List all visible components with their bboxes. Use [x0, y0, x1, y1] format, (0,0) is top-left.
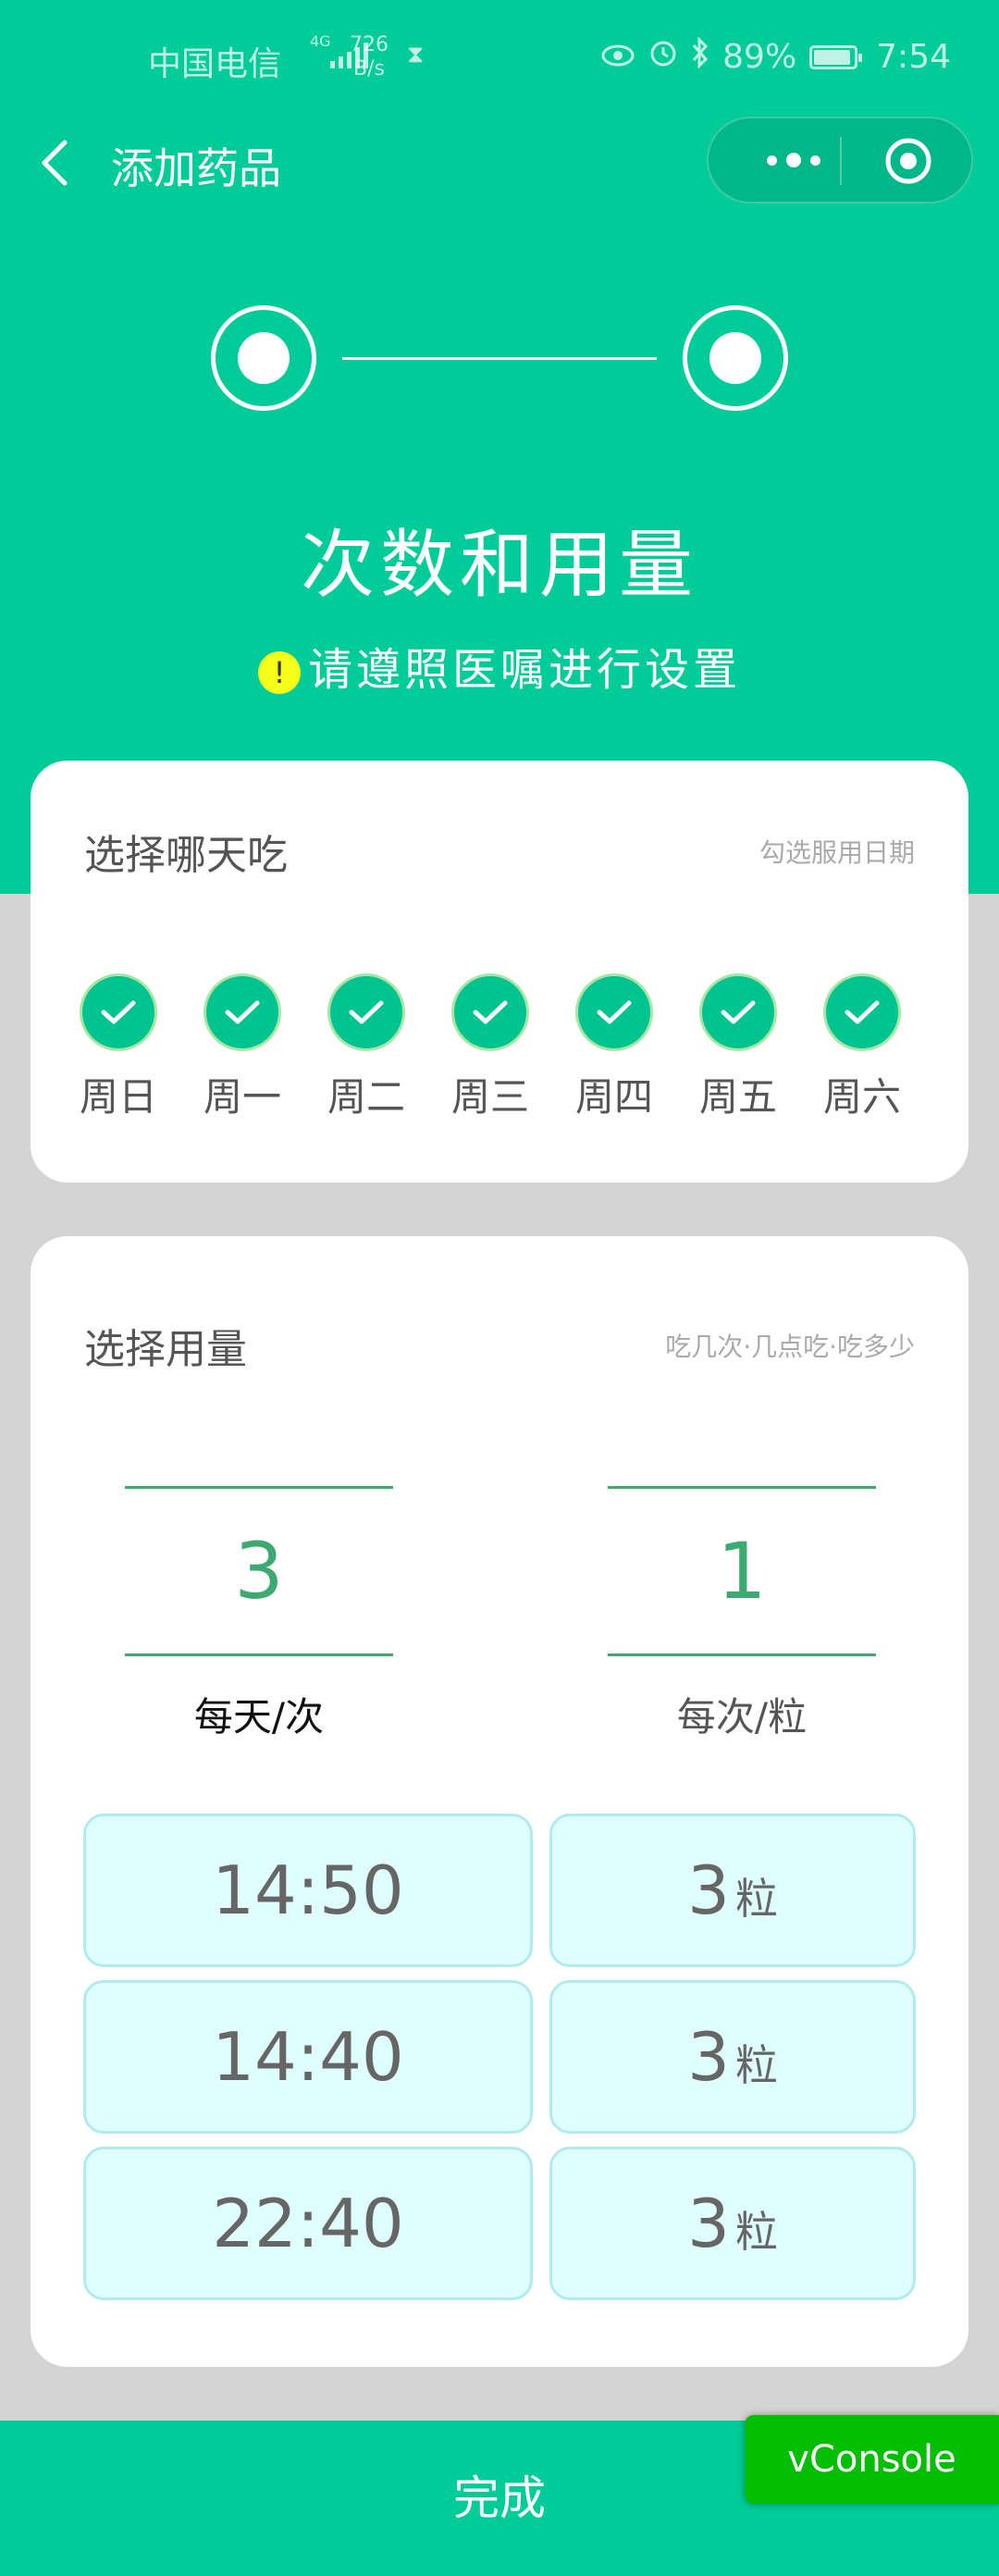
step-2-dot: [683, 305, 788, 411]
warning-icon: !: [257, 651, 301, 694]
day-friday[interactable]: 周五: [687, 973, 789, 1122]
qty-value: 3: [687, 2185, 730, 2262]
bluetooth-icon: [691, 36, 709, 77]
nav-bar: 添加药品: [0, 115, 999, 211]
dosage-card: 选择用量 吃几次·几点吃·吃多少 3 每天/次 1 每次/粒 14:50 3粒 …: [31, 1236, 968, 2367]
status-icons: 89% 7:54: [600, 36, 951, 77]
speed-value: 726: [350, 33, 388, 56]
step-1-dot: [211, 305, 316, 411]
page-title: 添加药品: [111, 143, 281, 193]
chevron-left-icon: [42, 140, 68, 186]
more-button[interactable]: [747, 118, 840, 202]
schedule-qty-1[interactable]: 3粒: [549, 1814, 916, 1967]
qty-unit: 粒: [734, 2207, 778, 2257]
step-indicator: [0, 305, 999, 411]
pills-per-time-picker[interactable]: 1: [608, 1486, 876, 1656]
status-bar: 中国电信 4G 726 B/s ⧗ 89% 7:54: [0, 0, 999, 115]
pills-per-time-label: 每次/粒: [676, 1694, 808, 1740]
day-label: 周六: [822, 1074, 901, 1120]
schedule-qty-2[interactable]: 3粒: [549, 1980, 916, 2134]
network-speed: 726 B/s: [350, 33, 388, 81]
hourglass-icon: ⧗: [407, 41, 425, 68]
section-subtitle: ! 请遵照医嘱进行设置: [0, 633, 999, 698]
alarm-icon: [648, 38, 678, 76]
close-program-button[interactable]: [884, 137, 932, 185]
pills-per-time-value: 1: [717, 1526, 767, 1616]
day-label: 周二: [327, 1074, 405, 1120]
qty-value: 3: [687, 1852, 730, 1929]
clock-time: 7:54: [876, 38, 951, 76]
day-monday[interactable]: 周一: [191, 973, 293, 1122]
day-label: 周日: [79, 1074, 157, 1120]
day-thursday[interactable]: 周四: [563, 973, 665, 1122]
check-icon: [204, 973, 281, 1051]
picker-bottom-line: [608, 1653, 876, 1656]
day-label: 周四: [574, 1074, 653, 1120]
target-icon: [885, 138, 931, 184]
more-dot-center: [786, 153, 801, 167]
battery-percent: 89%: [722, 38, 797, 76]
subtitle-text: 请遵照医嘱进行设置: [307, 644, 741, 696]
capsule-divider: [840, 137, 842, 185]
dosage-card-hint: 吃几次·几点吃·吃多少: [665, 1331, 915, 1362]
check-icon: [699, 973, 777, 1051]
check-icon: [823, 973, 901, 1051]
times-per-day-picker[interactable]: 3: [125, 1486, 393, 1656]
vconsole-button[interactable]: vConsole: [745, 2415, 999, 2504]
day-saturday[interactable]: 周六: [811, 973, 913, 1122]
check-icon: [451, 973, 529, 1051]
day-label: 周五: [698, 1074, 777, 1120]
day-label: 周一: [203, 1074, 281, 1120]
qty-value: 3: [687, 2018, 730, 2096]
check-icon: [575, 973, 653, 1051]
day-tuesday[interactable]: 周二: [315, 973, 417, 1122]
back-button[interactable]: [37, 139, 74, 187]
days-card-title: 选择哪天吃: [84, 832, 288, 879]
dosage-card-title: 选择用量: [84, 1326, 247, 1373]
qty-unit: 粒: [734, 2040, 778, 2090]
day-sunday[interactable]: 周日: [68, 973, 169, 1122]
day-wednesday[interactable]: 周三: [439, 973, 541, 1122]
day-label: 周三: [450, 1074, 529, 1120]
mini-program-capsule: [707, 117, 973, 204]
more-dot-right: [810, 155, 820, 166]
step-connector: [342, 357, 657, 360]
schedule-time-2[interactable]: 14:40: [83, 1980, 533, 2134]
times-per-day-value: 3: [234, 1526, 284, 1616]
check-icon: [327, 973, 405, 1051]
carrier-label: 中国电信: [148, 45, 282, 83]
section-title: 次数和用量: [301, 522, 698, 608]
speed-unit: B/s: [353, 57, 385, 80]
qty-unit: 粒: [734, 1874, 778, 1924]
times-per-day-label: 每天/次: [193, 1694, 325, 1740]
days-card-hint: 勾选服用日期: [758, 837, 915, 868]
eye-icon: [600, 38, 635, 76]
check-icon: [80, 973, 157, 1051]
more-dots-icon: [767, 155, 777, 166]
picker-bottom-line: [125, 1653, 393, 1656]
schedule-time-3[interactable]: 22:40: [83, 2147, 533, 2300]
schedule-qty-3[interactable]: 3粒: [549, 2147, 916, 2300]
battery-icon: [809, 44, 863, 69]
days-card: 选择哪天吃 勾选服用日期 周日 周一 周二 周三 周四 周五 周六: [31, 761, 968, 1183]
schedule-time-1[interactable]: 14:50: [83, 1814, 533, 1967]
